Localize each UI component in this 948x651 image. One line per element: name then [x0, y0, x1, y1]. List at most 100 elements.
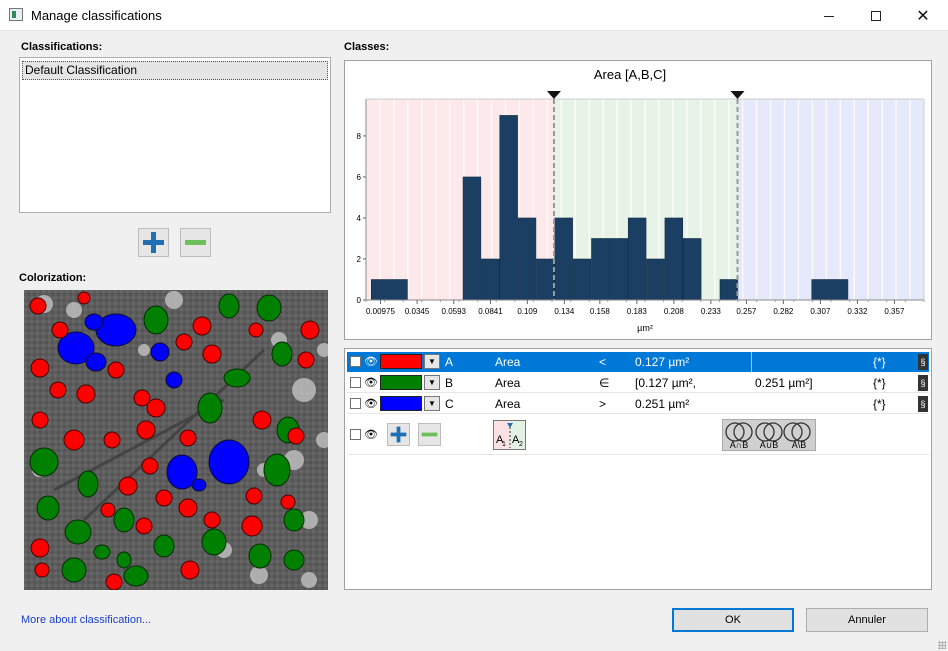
histogram-bar [664, 217, 684, 301]
x-tick-label: 0.357 [884, 307, 905, 316]
classes-table[interactable]: 👁 ▼ A Area < 0.127 µm² {*} § 👁 ▼ B Area … [344, 348, 932, 590]
minimize-button[interactable] [806, 0, 852, 31]
class-a-checkbox[interactable] [350, 356, 361, 367]
histogram-bar [646, 258, 665, 301]
minus-icon [421, 427, 438, 443]
class-b-color-swatch[interactable] [380, 375, 422, 390]
close-icon: ✕ [916, 7, 930, 25]
remove-class-button[interactable] [418, 423, 441, 446]
svg-text:2: 2 [519, 441, 523, 448]
class-row-b[interactable]: 👁 ▼ B Area ∈ [0.127 µm², 0.251 µm²] {*} … [347, 373, 929, 393]
histogram-bar [517, 217, 537, 301]
add-classification-button[interactable] [138, 228, 169, 257]
class-operator: > [599, 397, 607, 411]
class-actions-row: 👁 A 1 A 2 A∩B A∪B A\B [347, 415, 929, 455]
chevron-down-icon[interactable]: ▼ [424, 375, 440, 390]
threshold-handle-icon [546, 91, 561, 99]
minus-icon [185, 232, 206, 253]
eye-icon[interactable]: 👁 [364, 355, 378, 368]
lock-icon[interactable]: § [918, 396, 928, 412]
histogram-panel: 0 2 4 6 8 0.00975 0.0345 0.0593 0.0841 0.109 0.134… [344, 60, 948, 340]
x-tick-label: 0.00975 [366, 307, 395, 316]
histogram-bar [462, 176, 482, 301]
maximize-icon [871, 10, 881, 21]
y-tick-label: 2 [357, 255, 362, 264]
class-value1: 0.127 µm² [635, 355, 690, 369]
split-icon: A 1 A 2 [496, 423, 523, 448]
set-operations-group[interactable]: A∩B A∪B A\B [722, 419, 816, 451]
histogram-bar [609, 238, 628, 301]
split-class-button[interactable]: A 1 A 2 [493, 420, 526, 450]
histogram-bar [481, 258, 500, 301]
class-scope: {*} [873, 376, 886, 390]
histogram-bar [811, 279, 830, 301]
chevron-down-icon[interactable]: ▼ [424, 396, 440, 411]
window-title: Manage classifications [31, 8, 162, 23]
ok-button[interactable]: OK [672, 608, 794, 632]
class-name: B [445, 376, 454, 390]
column-separator [751, 352, 752, 372]
remove-classification-button[interactable] [180, 228, 211, 257]
classes-label: Classes: [344, 41, 390, 53]
x-tick-label: 0.332 [847, 307, 868, 316]
new-class-checkbox[interactable] [350, 429, 361, 440]
plus-icon [390, 426, 407, 443]
more-about-classification-link[interactable]: More about classification... [21, 614, 151, 626]
class-feature: Area [495, 397, 521, 411]
lock-icon[interactable]: § [918, 375, 928, 391]
chevron-down-icon[interactable]: ▼ [424, 354, 440, 369]
title-bar: Manage classifications ✕ [0, 0, 948, 31]
difference-label: A\B [792, 440, 807, 450]
x-tick-label: 0.109 [517, 307, 538, 316]
histogram-bar [554, 217, 573, 301]
class-row-a[interactable]: 👁 ▼ A Area < 0.127 µm² {*} § [347, 352, 929, 372]
plus-icon [143, 232, 164, 253]
y-tick-label: 6 [357, 173, 362, 182]
union-label: A∪B [760, 440, 779, 450]
minimize-icon [824, 16, 834, 17]
cancel-button[interactable]: Annuler [806, 608, 928, 632]
svg-text:1: 1 [502, 441, 506, 448]
histogram-bar [371, 279, 390, 301]
class-b-checkbox[interactable] [350, 377, 361, 388]
colorization-image [24, 290, 328, 590]
class-value1: 0.251 µm² [635, 397, 690, 411]
histogram-bar [719, 279, 739, 301]
x-axis-label: µm² [637, 323, 653, 333]
class-c-color-swatch[interactable] [380, 396, 422, 411]
histogram-bar [627, 217, 647, 301]
class-c-checkbox[interactable] [350, 398, 361, 409]
x-tick-label: 0.208 [664, 307, 685, 316]
app-icon [9, 8, 23, 21]
resize-grip[interactable] [938, 641, 946, 649]
classifications-label: Classifications: [21, 41, 103, 53]
classifications-list[interactable]: Default Classification [19, 57, 331, 213]
eye-icon[interactable]: 👁 [364, 397, 378, 410]
eye-icon[interactable]: 👁 [364, 376, 378, 389]
histogram-bar [683, 238, 702, 301]
class-operator: < [599, 355, 607, 369]
maximize-button[interactable] [853, 0, 899, 31]
set-operations-icon: A∩B A∪B A\B [725, 422, 811, 450]
x-tick-label: 0.233 [701, 307, 722, 316]
class-feature: Area [495, 355, 521, 369]
eye-icon[interactable]: 👁 [364, 428, 378, 441]
x-tick-label: 0.282 [773, 307, 794, 316]
x-tick-label: 0.257 [736, 307, 757, 316]
threshold-handle-icon [730, 91, 745, 99]
close-button[interactable]: ✕ [900, 0, 946, 31]
chart-title: Area [A,B,C] [594, 67, 666, 82]
class-a-color-swatch[interactable] [380, 354, 422, 369]
class-row-c[interactable]: 👁 ▼ C Area > 0.251 µm² {*} § [347, 394, 929, 414]
y-tick-label: 4 [357, 214, 362, 223]
lock-icon[interactable]: § [918, 354, 928, 370]
x-tick-label: 0.134 [554, 307, 575, 316]
class-feature: Area [495, 376, 521, 390]
add-class-button[interactable] [387, 423, 410, 446]
area-histogram: 0 2 4 6 8 0.00975 0.0345 0.0593 0.0841 0.109 0.134… [357, 67, 948, 333]
intersection-label: A∩B [730, 440, 748, 450]
class-name: C [445, 397, 454, 411]
class-value2: 0.251 µm²] [755, 376, 813, 390]
class-operator: ∈ [599, 376, 610, 390]
classification-item-default[interactable]: Default Classification [22, 61, 328, 80]
